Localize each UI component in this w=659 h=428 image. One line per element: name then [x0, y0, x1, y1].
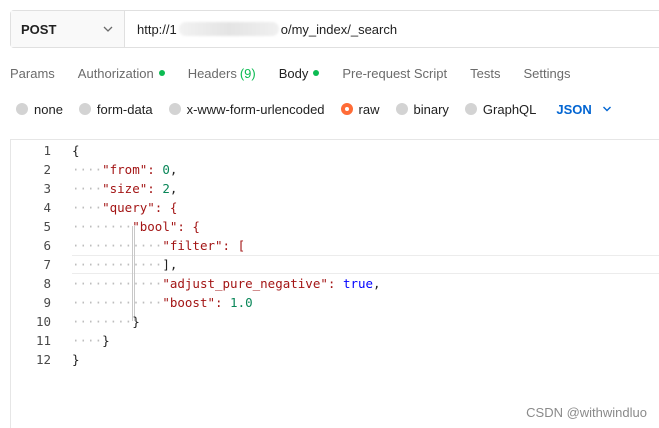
- code-line: 2 ····"from": 0,: [11, 160, 659, 179]
- tab-label: Settings: [523, 65, 571, 81]
- request-tabs: Params Authorization Headers (9) Body Pre…: [10, 58, 593, 88]
- tab-label: Tests: [470, 65, 501, 81]
- line-number: 8: [43, 276, 51, 291]
- line-content: ····"query": {: [72, 200, 178, 215]
- line-number: 9: [43, 295, 51, 310]
- tab-params[interactable]: Params: [10, 58, 55, 88]
- chevron-down-icon: [103, 26, 113, 32]
- radio-label: binary: [413, 101, 449, 117]
- code-line: 1 {: [11, 141, 659, 160]
- line-number: 1: [43, 143, 51, 158]
- tab-settings[interactable]: Settings: [523, 58, 570, 88]
- line-number: 7: [43, 257, 51, 272]
- line-number: 10: [35, 314, 51, 329]
- line-content: ············"adjust_pure_negative": true…: [72, 276, 381, 291]
- radio-icon: [395, 103, 408, 115]
- tab-label: Headers: [187, 65, 237, 81]
- radio-label: x-www-form-urlencoded: [186, 101, 325, 117]
- code-line: 6 ············"filter": [: [11, 236, 659, 255]
- code-line: 11 ····}: [11, 331, 659, 350]
- tab-authorization[interactable]: Authorization: [78, 58, 165, 88]
- radio-binary[interactable]: binary: [395, 101, 449, 117]
- tab-label: Body: [278, 65, 309, 81]
- headers-count: (9): [239, 65, 256, 81]
- radio-form-data[interactable]: form-data: [78, 101, 153, 117]
- method-label: POST: [21, 21, 57, 37]
- line-content: ············"boost": 1.0: [72, 295, 253, 310]
- watermark: CSDN @withwindluo: [526, 405, 647, 420]
- line-content: ····"from": 0,: [72, 162, 178, 177]
- tab-label: Params: [10, 65, 55, 81]
- tab-body[interactable]: Body: [279, 58, 320, 88]
- line-number: 3: [43, 181, 51, 196]
- radio-selected-icon: [340, 103, 353, 115]
- tab-label: Authorization: [77, 65, 154, 81]
- line-content: {: [72, 143, 80, 158]
- line-number: 11: [35, 333, 51, 348]
- url-redacted: [178, 22, 279, 36]
- radio-icon: [78, 103, 91, 115]
- line-number: 12: [35, 352, 51, 367]
- tab-label: Pre-request Script: [342, 65, 448, 81]
- radio-raw[interactable]: raw: [340, 101, 380, 117]
- line-content: ····}: [72, 333, 110, 348]
- radio-graphql[interactable]: GraphQL: [464, 101, 537, 117]
- line-number: 4: [43, 200, 51, 215]
- format-select[interactable]: JSON: [556, 102, 611, 117]
- method-select[interactable]: POST: [11, 11, 125, 47]
- line-content: ····"size": 2,: [72, 181, 178, 196]
- code-line: 5 ········"bool": {: [11, 217, 659, 236]
- tab-headers[interactable]: Headers (9): [188, 58, 256, 88]
- body-type-options: none form-data x-www-form-urlencoded raw…: [16, 98, 612, 120]
- chevron-down-icon: [602, 106, 611, 112]
- code-line: 3 ····"size": 2,: [11, 179, 659, 198]
- line-content: ········"bool": {: [72, 219, 200, 234]
- radio-label: none: [34, 101, 63, 117]
- code-line: 10 ········}: [11, 312, 659, 331]
- code-line: 7 ············],: [11, 255, 659, 274]
- line-content: ············"filter": [: [72, 238, 246, 253]
- radio-x-www-form-urlencoded[interactable]: x-www-form-urlencoded: [168, 101, 325, 117]
- code-line: 4 ····"query": {: [11, 198, 659, 217]
- line-number: 5: [43, 219, 51, 234]
- line-number: 2: [43, 162, 51, 177]
- request-url-bar: POST http://1 o/my_index/_search: [10, 10, 659, 48]
- code-line: 8 ············"adjust_pure_negative": tr…: [11, 274, 659, 293]
- tab-tests[interactable]: Tests: [470, 58, 500, 88]
- radio-icon: [168, 103, 181, 115]
- status-dot-icon: [313, 70, 320, 76]
- line-content: }: [72, 352, 80, 367]
- radio-icon: [464, 103, 477, 115]
- code-editor[interactable]: 1 { 2 ····"from": 0, 3 ····"size": 2, 4 …: [10, 139, 659, 428]
- code-line: 12 }: [11, 350, 659, 369]
- line-content: ········}: [72, 314, 140, 329]
- status-dot-icon: [158, 70, 165, 76]
- code-line: 9 ············"boost": 1.0: [11, 293, 659, 312]
- url-suffix: o/my_index/_search: [280, 21, 398, 37]
- url-prefix: http://1: [137, 21, 177, 37]
- radio-icon: [16, 103, 28, 115]
- tab-pre-request-script[interactable]: Pre-request Script: [342, 58, 447, 88]
- radio-none[interactable]: none: [16, 102, 63, 117]
- radio-label: form-data: [96, 101, 153, 117]
- format-label: JSON: [556, 101, 592, 117]
- line-number: 6: [43, 238, 51, 253]
- line-content: ············],: [72, 257, 178, 272]
- radio-label: raw: [358, 101, 380, 117]
- url-input[interactable]: http://1 o/my_index/_search: [125, 11, 659, 47]
- radio-label: GraphQL: [482, 101, 537, 117]
